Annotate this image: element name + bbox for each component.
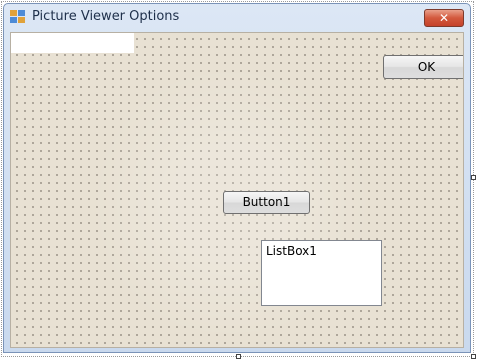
title-overlay-strip <box>11 33 134 53</box>
window-title: Picture Viewer Options <box>32 9 180 24</box>
ok-button[interactable]: OK <box>383 55 463 79</box>
form-window: Picture Viewer Options ✕ OK Button1 List… <box>3 3 471 353</box>
button1[interactable]: Button1 <box>223 191 310 214</box>
close-button[interactable]: ✕ <box>424 9 464 27</box>
title-bar: Picture Viewer Options ✕ <box>4 4 470 30</box>
resize-handle-right[interactable] <box>471 175 476 180</box>
resize-handle-bottom[interactable] <box>236 354 241 359</box>
listbox1-label: ListBox1 <box>266 244 317 258</box>
app-icon <box>10 10 25 23</box>
form-client-area: OK Button1 ListBox1 <box>10 32 464 348</box>
close-icon: ✕ <box>438 11 450 25</box>
resize-handle-corner[interactable] <box>471 354 476 359</box>
listbox1[interactable]: ListBox1 <box>261 240 382 306</box>
